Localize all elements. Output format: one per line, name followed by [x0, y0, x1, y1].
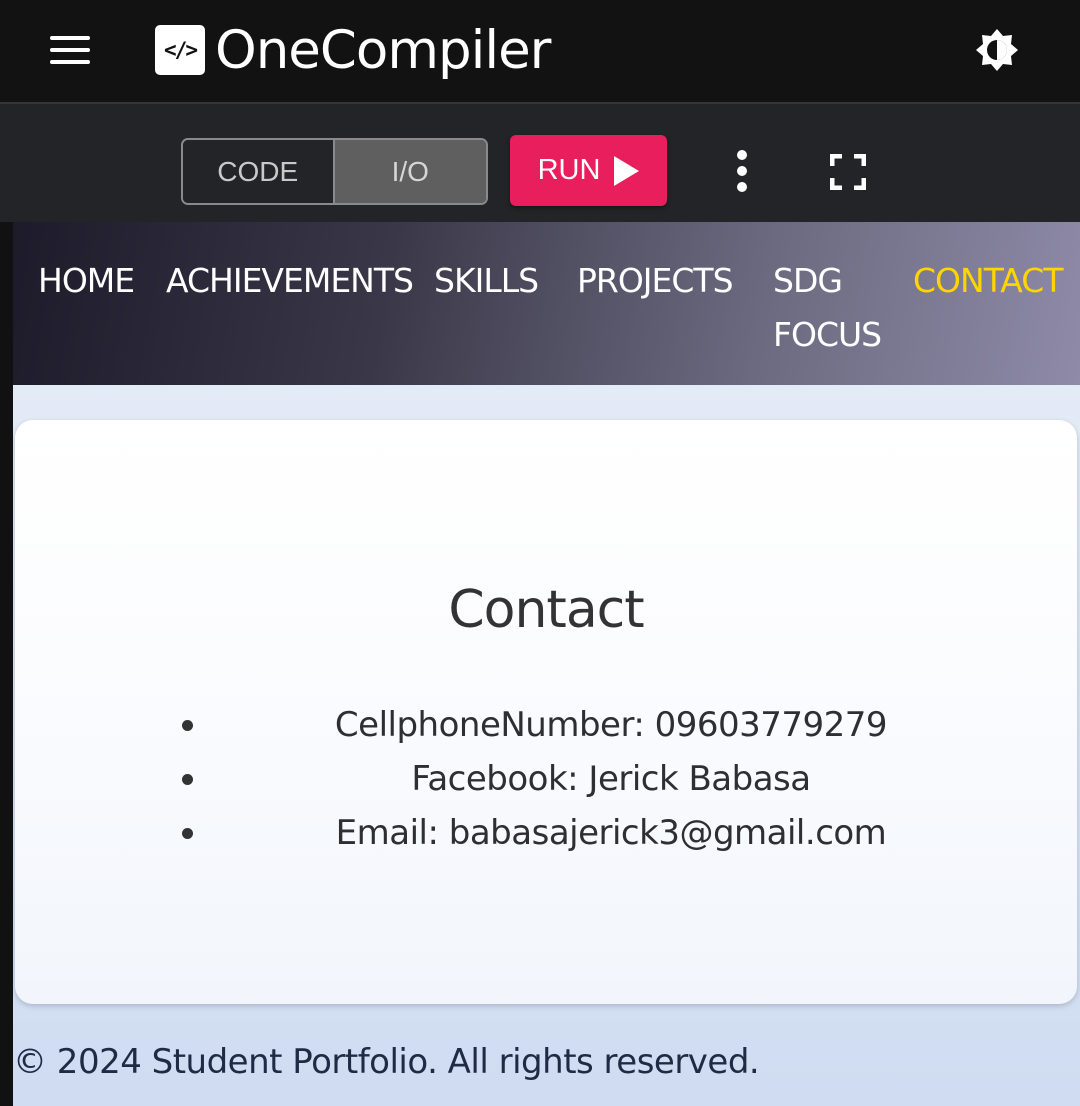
- output-preview: HOME ACHIEVEMENTS SKILLS PROJECTS SDG FO…: [13, 222, 1080, 1106]
- more-vert-icon[interactable]: [728, 150, 756, 194]
- contact-list: CellphoneNumber: 09603779279 Facebook: J…: [15, 698, 1077, 860]
- bullet-icon: [182, 774, 193, 785]
- theme-toggle-icon[interactable]: [974, 27, 1020, 73]
- app-logo[interactable]: </> OneCompiler: [155, 19, 551, 81]
- tab-code[interactable]: CODE: [183, 140, 335, 203]
- contact-item-email: Email: babasajerick3@gmail.com: [15, 806, 1077, 860]
- contact-card: Contact CellphoneNumber: 09603779279 Fac…: [15, 420, 1077, 1004]
- run-button[interactable]: RUN: [510, 135, 667, 206]
- app-title: OneCompiler: [215, 19, 551, 81]
- code-logo-icon: </>: [155, 25, 205, 75]
- hamburger-menu-icon[interactable]: [50, 36, 90, 64]
- nav-sdg-focus[interactable]: SDG FOCUS: [773, 254, 883, 362]
- view-switcher: CODE I/O: [181, 138, 488, 205]
- fullscreen-icon[interactable]: [829, 153, 867, 191]
- bullet-icon: [182, 720, 193, 731]
- nav-contact[interactable]: CONTACT: [913, 254, 1063, 308]
- portfolio-nav: HOME ACHIEVEMENTS SKILLS PROJECTS SDG FO…: [13, 222, 1080, 385]
- editor-toolbar: CODE I/O RUN: [0, 102, 1080, 222]
- play-icon: [614, 155, 640, 186]
- contact-item-phone: CellphoneNumber: 09603779279: [15, 698, 1077, 752]
- nav-skills[interactable]: SKILLS: [434, 254, 539, 308]
- tab-io[interactable]: I/O: [334, 140, 486, 203]
- contact-title: Contact: [448, 580, 644, 640]
- nav-achievements[interactable]: ACHIEVEMENTS: [166, 254, 414, 308]
- run-button-label: RUN: [537, 154, 601, 186]
- footer-copyright: © 2024 Student Portfolio. All rights res…: [13, 1042, 760, 1082]
- nav-projects[interactable]: PROJECTS: [577, 254, 734, 308]
- bullet-icon: [182, 828, 193, 839]
- nav-home[interactable]: HOME: [38, 254, 135, 308]
- contact-item-facebook: Facebook: Jerick Babasa: [15, 752, 1077, 806]
- top-app-bar: </> OneCompiler: [0, 0, 1080, 102]
